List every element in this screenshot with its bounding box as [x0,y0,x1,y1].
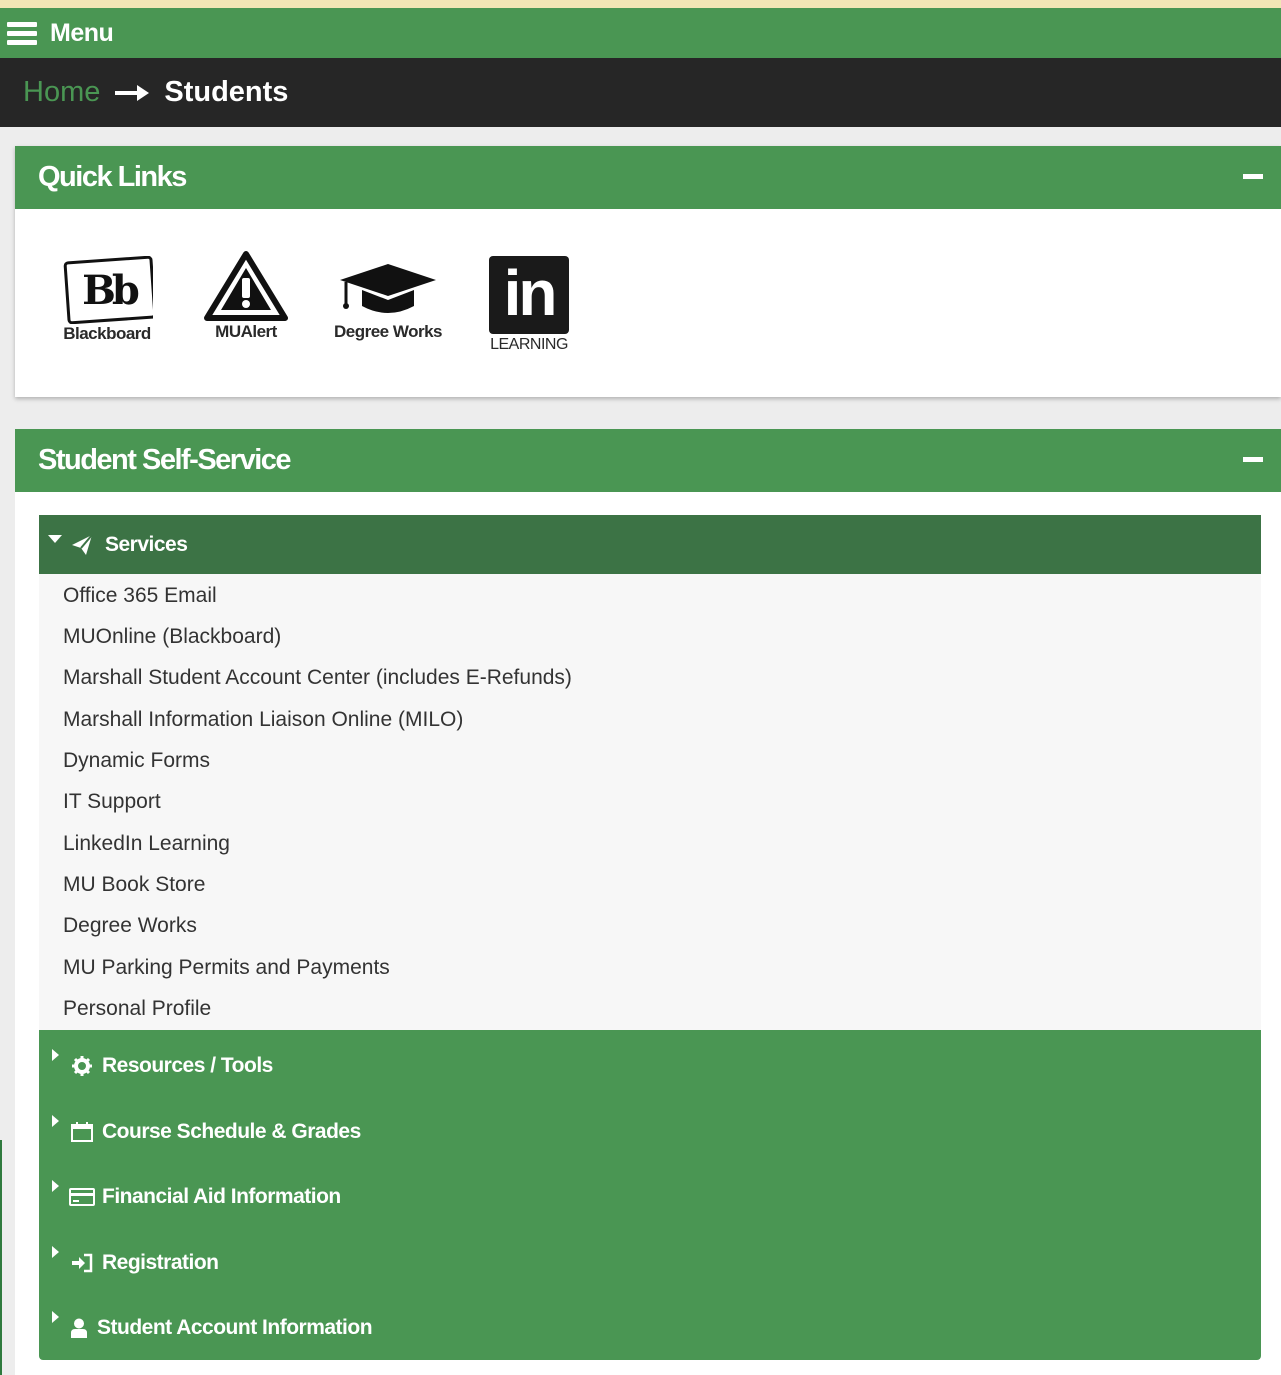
list-item[interactable]: IT Support [63,790,161,814]
svg-text:Bb: Bb [82,267,139,314]
self-service-header: Student Self-Service [15,429,1281,492]
graduation-cap-icon [340,264,436,313]
self-service-panel: Student Self-Service Services Office 365… [15,429,1281,1375]
breadcrumb-home-link[interactable]: Home [23,76,100,109]
list-item[interactable]: Personal Profile [63,997,211,1021]
quick-links-header: Quick Links [15,146,1281,209]
breadcrumb-current: Students [164,76,289,108]
caret-right-icon [52,1180,59,1192]
arrow-right-icon [115,83,150,103]
accordion-label: Course Schedule & Grades [102,1120,361,1143]
blackboard-icon: Bb [63,256,153,324]
collapsed-sections: Resources / Tools Course Schedule & Grad… [39,1030,1261,1360]
accordion-resources-tools[interactable]: Resources / Tools [39,1030,1261,1095]
list-item[interactable]: MUOnline (Blackboard) [63,625,281,649]
quick-links-row: Bb Blackboard MUAlert Degree Works in LE… [15,251,1281,376]
accordion-student-account[interactable]: Student Account Information [39,1292,1261,1357]
list-item[interactable]: Dynamic Forms [63,749,210,773]
menu-bar: Menu [0,8,1281,58]
sign-in-icon [69,1252,95,1274]
quick-link-label: LEARNING [490,336,568,353]
left-edge-line [0,1140,2,1375]
self-service-title: Student Self-Service [38,444,292,476]
accordion-label: Registration [102,1251,219,1274]
accordion-course-schedule-grades[interactable]: Course Schedule & Grades [39,1096,1261,1161]
accordion-label: Student Account Information [97,1316,373,1339]
gear-icon [69,1055,95,1077]
accordion-financial-aid[interactable]: Financial Aid Information [39,1161,1261,1226]
quick-link-label: Blackboard [63,324,151,343]
quick-link-blackboard[interactable]: Bb Blackboard [59,256,155,344]
breadcrumb: Home Students [0,58,1281,127]
user-icon [69,1317,89,1339]
menu-label[interactable]: Menu [50,19,114,48]
caret-right-icon [52,1049,59,1061]
credit-card-icon [69,1186,95,1208]
services-list: Office 365 Email MUOnline (Blackboard) M… [39,574,1261,1030]
list-item[interactable]: Marshall Student Account Center (include… [63,666,572,690]
accordion-services-header[interactable]: Services [39,515,1261,574]
list-item[interactable]: MU Parking Permits and Payments [63,956,390,980]
accordion-label: Resources / Tools [102,1054,273,1077]
calendar-icon [69,1121,95,1143]
hamburger-icon[interactable] [7,21,37,45]
quick-link-label: Degree Works [333,322,443,341]
list-item[interactable]: Office 365 Email [63,584,217,608]
caret-down-icon [48,534,62,543]
caret-right-icon [52,1311,59,1323]
list-item[interactable]: MU Book Store [63,873,205,897]
quick-link-degree-works[interactable]: Degree Works [333,260,443,342]
linkedin-icon: in [489,256,569,334]
quick-link-linkedin-learning[interactable]: in LEARNING [487,256,571,354]
paper-plane-icon [72,533,93,555]
quick-links-title: Quick Links [38,161,187,193]
accordion-label: Services [105,532,188,556]
alert-icon [204,251,288,321]
top-strip [0,0,1281,8]
caret-right-icon [52,1115,59,1127]
quick-link-mualert[interactable]: MUAlert [203,250,289,342]
list-item[interactable]: Degree Works [63,914,197,938]
accordion-registration[interactable]: Registration [39,1227,1261,1292]
quick-links-collapse-button[interactable] [1243,174,1263,179]
quick-links-panel: Quick Links Bb Blackboard MUAlert Degree… [15,146,1281,397]
quick-link-label: MUAlert [215,322,277,341]
list-item[interactable]: Marshall Information Liaison Online (MIL… [63,708,463,732]
accordion-label: Financial Aid Information [102,1185,341,1208]
caret-right-icon [52,1246,59,1258]
self-service-collapse-button[interactable] [1243,457,1263,462]
list-item[interactable]: LinkedIn Learning [63,832,230,856]
